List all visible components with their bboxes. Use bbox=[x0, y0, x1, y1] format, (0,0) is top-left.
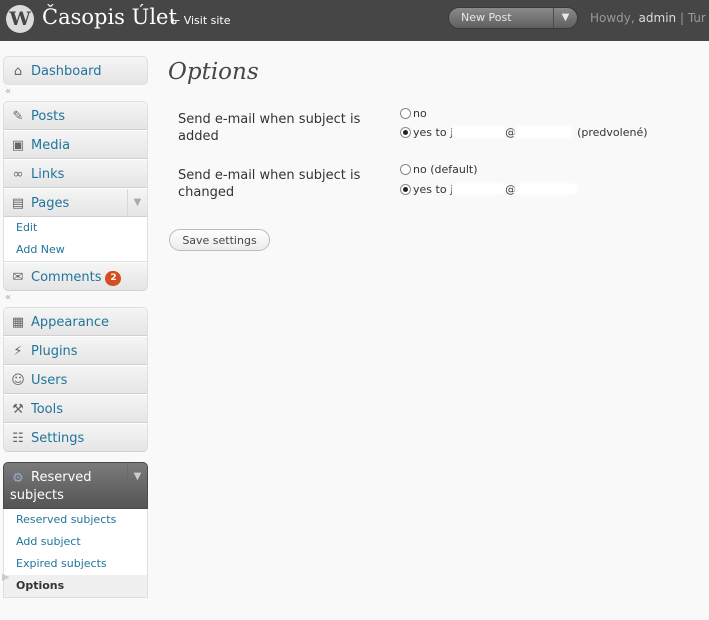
menu-item-plugins[interactable]: ⚡ Plugins bbox=[3, 336, 148, 365]
tools-icon: ⚒ bbox=[12, 402, 24, 417]
menu-label-comments: Comments 2 bbox=[31, 270, 122, 286]
menu-label-dashboard: Dashboard bbox=[31, 64, 102, 79]
speech-bubble-icon: ✉ bbox=[12, 270, 24, 285]
menu-item-settings[interactable]: ☷ Settings bbox=[3, 423, 148, 452]
comments-count-badge: 2 bbox=[105, 271, 122, 286]
radio-changed-yes[interactable]: yes to j @ bbox=[400, 183, 577, 197]
redacted-email-domain bbox=[516, 185, 577, 193]
separator: | bbox=[676, 11, 688, 25]
submenu-item-edit[interactable]: Edit bbox=[4, 217, 147, 239]
menu-item-appearance[interactable]: ▦ Appearance bbox=[3, 307, 148, 336]
visit-site-link[interactable]: ← Visit site bbox=[171, 14, 231, 27]
radio-button[interactable] bbox=[400, 164, 411, 175]
reserved-submenu: Reserved subjects Add subject Expired su… bbox=[2, 509, 148, 598]
menu-item-dashboard[interactable]: ⌂ Dashboard bbox=[3, 56, 148, 85]
menu-label-media: Media bbox=[31, 138, 71, 153]
admin-menu: ⌂ Dashboard « ✎ Posts ▣ Media ∞ Links ▤ … bbox=[2, 56, 148, 598]
option-label-changed: Send e-mail when subject is changed bbox=[178, 168, 361, 200]
menu-item-media[interactable]: ▣ Media bbox=[3, 130, 148, 159]
turbo-link[interactable]: Tur bbox=[688, 11, 706, 25]
menu-label-reserved-subjects: Reserved subjects bbox=[10, 469, 120, 505]
page-title: Options bbox=[168, 59, 259, 85]
menu-item-reserved-subjects[interactable]: ⚙ Reserved subjects ▼ bbox=[3, 462, 148, 509]
menu-item-comments[interactable]: ✉ Comments 2 bbox=[3, 262, 148, 291]
redacted-email-domain bbox=[516, 128, 572, 136]
redacted-email-user bbox=[453, 185, 506, 193]
chevron-down-icon[interactable]: ▼ bbox=[553, 8, 577, 28]
menu-separator[interactable]: « bbox=[3, 85, 148, 101]
menu-label-links: Links bbox=[31, 167, 65, 182]
howdy-text: Howdy, bbox=[590, 11, 639, 25]
user-info: Howdy, admin | Tur bbox=[590, 11, 706, 25]
menu-separator[interactable]: « bbox=[3, 291, 148, 307]
menu-item-users[interactable]: ☺ Users bbox=[3, 365, 148, 394]
collapse-arrows-icon: « bbox=[5, 292, 12, 303]
radio-label-at: @ bbox=[505, 183, 517, 196]
radio-added-yes[interactable]: yes to j @ (predvolené) bbox=[400, 126, 648, 140]
save-settings-button[interactable]: Save settings bbox=[169, 229, 270, 251]
submenu-item-reserved-subjects[interactable]: Reserved subjects bbox=[4, 509, 147, 531]
radio-button-selected[interactable] bbox=[400, 127, 411, 138]
pages-submenu: Edit Add New bbox=[3, 217, 148, 262]
radio-label: no (default) bbox=[413, 163, 478, 176]
site-title[interactable]: Časopis Úlet bbox=[42, 5, 177, 29]
pushpin-icon: ✎ bbox=[12, 109, 24, 124]
menu-label-appearance: Appearance bbox=[31, 315, 110, 330]
radio-label-prefix: yes to j bbox=[413, 183, 454, 196]
appearance-icon: ▦ bbox=[11, 315, 25, 330]
chevron-down-icon[interactable]: ▼ bbox=[127, 189, 147, 216]
radio-added-no[interactable]: no bbox=[400, 107, 427, 121]
admin-header: W Časopis Úlet ← Visit site New Post ▼ H… bbox=[0, 0, 709, 41]
submenu-item-options[interactable]: Options bbox=[4, 575, 147, 597]
plug-icon: ⚡ bbox=[13, 344, 23, 359]
submenu-item-add-new[interactable]: Add New bbox=[4, 239, 147, 261]
menu-label-pages: Pages bbox=[31, 196, 70, 211]
radio-label-suffix: (predvolené) bbox=[577, 126, 648, 139]
house-icon: ⌂ bbox=[13, 64, 23, 79]
radio-button-selected[interactable] bbox=[400, 184, 411, 195]
option-label-added: Send e-mail when subject is added bbox=[178, 112, 361, 144]
radio-label-prefix: yes to j bbox=[413, 126, 454, 139]
chain-link-icon: ∞ bbox=[12, 167, 24, 182]
submenu-item-expired-subjects[interactable]: Expired subjects bbox=[4, 553, 147, 575]
menu-label-tools: Tools bbox=[31, 402, 64, 417]
menu-label-settings: Settings bbox=[31, 431, 85, 446]
media-icon: ▣ bbox=[11, 138, 25, 153]
radio-button[interactable] bbox=[400, 108, 411, 119]
menu-label-plugins: Plugins bbox=[31, 344, 78, 359]
radio-label-at: @ bbox=[505, 126, 517, 139]
menu-item-pages[interactable]: ▤ Pages ▼ bbox=[3, 188, 148, 217]
menu-item-posts[interactable]: ✎ Posts bbox=[3, 101, 148, 130]
submenu-item-add-subject[interactable]: Add subject bbox=[4, 531, 147, 553]
settings-icon: ☷ bbox=[12, 431, 24, 446]
radio-changed-no[interactable]: no (default) bbox=[400, 163, 478, 177]
chevron-down-icon[interactable]: ▼ bbox=[127, 463, 147, 491]
comments-label-text: Comments bbox=[31, 270, 102, 285]
wordpress-logo-icon: W bbox=[6, 5, 34, 33]
favorite-actions[interactable]: New Post ▼ bbox=[448, 7, 578, 29]
menu-gap bbox=[3, 452, 148, 462]
reserved-label-text: Reserved subjects bbox=[10, 470, 92, 503]
radio-label: no bbox=[413, 107, 427, 120]
collapse-arrows-icon: « bbox=[5, 86, 12, 97]
menu-item-tools[interactable]: ⚒ Tools bbox=[3, 394, 148, 423]
menu-item-links[interactable]: ∞ Links bbox=[3, 159, 148, 188]
menu-label-users: Users bbox=[31, 373, 68, 388]
menu-label-posts: Posts bbox=[31, 109, 65, 124]
new-post-button[interactable]: New Post bbox=[461, 11, 512, 24]
user-name-link[interactable]: admin bbox=[639, 11, 677, 25]
current-page-arrow-icon: ▶ bbox=[2, 572, 10, 583]
users-icon: ☺ bbox=[11, 373, 25, 388]
redacted-email-user bbox=[453, 128, 506, 136]
pages-icon: ▤ bbox=[11, 196, 25, 211]
